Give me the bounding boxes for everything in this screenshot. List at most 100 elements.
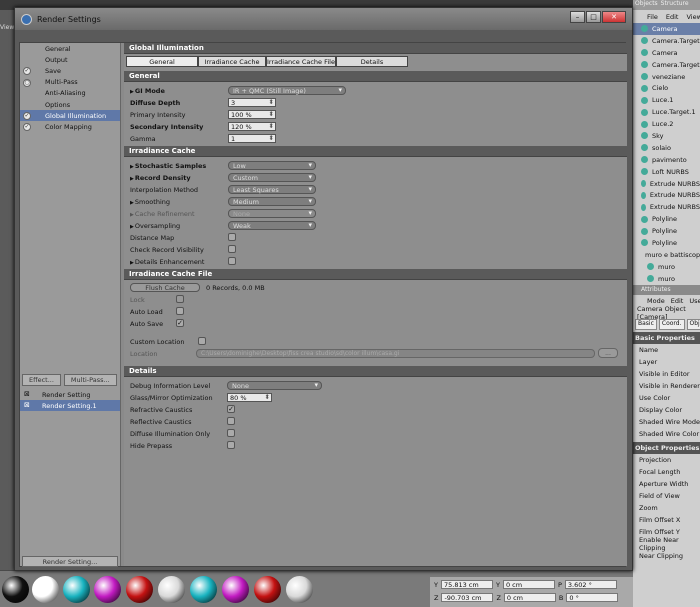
record-density-dropdown[interactable]: Custom [228,173,316,182]
object-list-item[interactable]: Camera [633,47,700,59]
attribute-property[interactable]: Field of View [633,490,700,502]
material-ball[interactable] [222,576,249,603]
object-list-item[interactable]: Extrude NURBS [633,201,700,213]
minimize-button[interactable]: – [570,11,585,23]
tab-general[interactable]: General [126,56,198,67]
diffuse-illumination-only-checkbox[interactable] [227,429,235,437]
auto-load-checkbox[interactable] [176,307,184,315]
attribute-property[interactable]: Layer [633,356,700,368]
material-ball[interactable] [254,576,281,603]
primary-intensity-field[interactable]: 100 % [228,110,276,119]
attribute-property[interactable]: Focal Length [633,466,700,478]
attribute-property[interactable]: Zoom [633,502,700,514]
object-list-item[interactable]: Extrude NURBS [633,178,700,190]
object-list-item[interactable]: veneziane [633,71,700,83]
menu-item-checkbox[interactable]: ✓ [23,67,31,76]
settings-menu-item[interactable]: Output [20,54,120,65]
menu-item-checkbox[interactable]: ✓ [23,112,31,121]
location-field[interactable]: C:\Users\dominighe\Desktop\fiss crea stu… [196,349,595,358]
tab-coord[interactable]: Coord. [658,318,685,330]
close-button[interactable]: ✕ [602,11,626,23]
check-record-visibility-checkbox[interactable] [228,245,236,253]
tab-details[interactable]: Details [336,56,408,67]
location-browse-button[interactable]: ... [598,348,618,358]
attribute-property[interactable]: Enable Near Clipping [633,536,700,552]
cache-refinement-dropdown[interactable]: None [228,209,316,218]
b-rotation-field[interactable]: 0 ° [566,593,619,602]
menu-file[interactable]: File [647,13,658,21]
object-list-item[interactable]: Luce.1 [633,94,700,106]
object-list-item[interactable]: muro [633,261,700,273]
details-enhancement-checkbox[interactable] [228,257,236,265]
object-list-item[interactable]: Luce.Target.1 [633,106,700,118]
distance-map-checkbox[interactable] [228,233,236,241]
attribute-property[interactable]: Film Offset X [633,514,700,526]
material-ball[interactable] [2,576,29,603]
settings-menu-item[interactable]: Anti-Aliasing [20,88,120,99]
material-ball[interactable] [63,576,90,603]
y-size-field[interactable]: 0 cm [502,580,555,589]
tab-object[interactable]: Object [686,318,700,330]
attribute-property[interactable]: Projection [633,454,700,466]
material-ball[interactable] [94,576,121,603]
menu-mode[interactable]: Mode [647,297,665,305]
window-titlebar[interactable]: Render Settings – □ ✕ [15,8,632,30]
tab-objects[interactable]: Objects [635,0,658,10]
attribute-property[interactable]: Shaded Wire Mode [633,416,700,428]
attribute-property[interactable]: Visible in Editor [633,368,700,380]
settings-menu-item[interactable]: General [20,43,120,54]
glass-mirror-field[interactable]: 80 % [227,393,272,402]
gi-mode-dropdown[interactable]: IR + QMC (Still Image) [228,86,346,95]
render-setting-button[interactable]: Render Setting... [22,556,118,567]
menu-user[interactable]: User [689,297,700,305]
attribute-property[interactable]: Display Color [633,404,700,416]
object-list-item[interactable]: muro e battiscopa [633,249,700,261]
settings-menu-item[interactable]: ✓ Global Illumination [20,110,120,122]
auto-save-checkbox[interactable]: ✓ [176,319,184,327]
maximize-button[interactable]: □ [586,11,601,23]
object-list-item[interactable]: Loft NURBS [633,166,700,178]
diffuse-depth-field[interactable]: 3 [228,98,276,107]
render-setting-item[interactable]: ⊠ Render Setting.1 [20,400,120,411]
object-list-item[interactable]: Sky [633,130,700,142]
material-ball[interactable] [126,576,153,603]
object-list-item[interactable]: Camera.Target [633,59,700,71]
refractive-caustics-checkbox[interactable]: ✓ [227,405,235,413]
object-list-item[interactable]: muro [633,273,700,285]
attribute-property[interactable]: Visible in Renderer [633,380,700,392]
object-list-item[interactable]: pavimento [633,154,700,166]
attribute-property[interactable]: Shaded Wire Color [633,428,700,440]
reflective-caustics-checkbox[interactable] [227,417,235,425]
lock-checkbox[interactable] [176,295,184,303]
render-setting-item[interactable]: ⊠ Render Setting [20,389,120,400]
custom-location-checkbox[interactable] [198,337,206,345]
z-position-field[interactable]: -90.703 cm [441,593,494,602]
attribute-property[interactable]: Aperture Width [633,478,700,490]
hide-prepass-checkbox[interactable] [227,441,235,449]
object-list-item[interactable]: Luce.2 [633,118,700,130]
tab-structure[interactable]: Structure [661,0,689,10]
effect-button[interactable]: Effect... [22,374,61,386]
object-list-item[interactable]: Cielo [633,82,700,94]
object-list-item[interactable]: Camera.Target [633,35,700,47]
object-list-item[interactable]: Polyline [633,237,700,249]
flush-cache-button[interactable]: Flush Cache [130,283,200,292]
object-list-item[interactable]: solaio [633,142,700,154]
tab-irradiance-cache[interactable]: Irradiance Cache [198,56,266,67]
secondary-intensity-field[interactable]: 120 % [228,122,276,131]
material-ball[interactable] [286,576,313,603]
z-size-field[interactable]: 0 cm [503,593,556,602]
settings-menu-item[interactable]: ○ Multi-Pass [20,77,120,88]
settings-menu-item[interactable]: ✓ Color Mapping [20,121,120,132]
interpolation-method-dropdown[interactable]: Least Squares [228,185,316,194]
settings-menu-item[interactable]: Options [20,99,120,110]
attribute-property[interactable]: Name [633,344,700,356]
object-list-item[interactable]: Camera [633,23,700,35]
multipass-button[interactable]: Multi-Pass... [63,374,117,386]
menu-item-checkbox[interactable]: ✓ [23,123,31,132]
material-ball[interactable] [32,576,59,603]
debug-level-dropdown[interactable]: None [227,381,322,390]
smoothing-dropdown[interactable]: Medium [228,197,316,206]
render-setting-mark[interactable]: ⊠ [24,401,30,409]
attribute-property[interactable]: Use Color [633,392,700,404]
